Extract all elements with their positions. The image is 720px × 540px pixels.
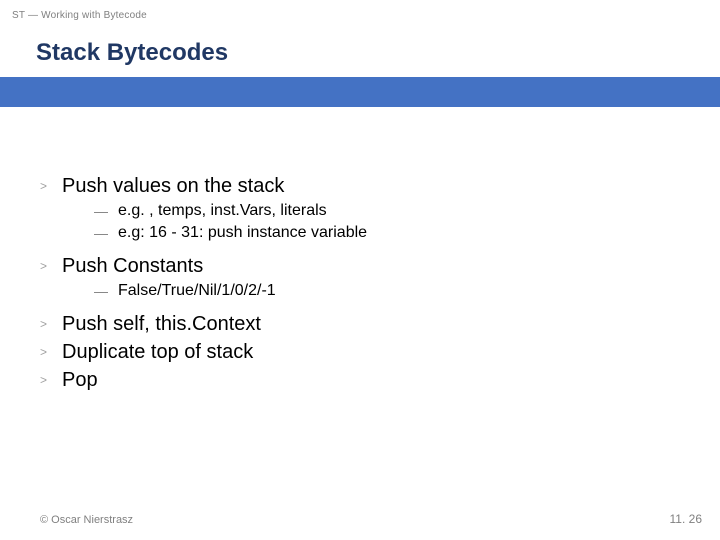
bullet-group: > Duplicate top of stack xyxy=(40,339,720,365)
sub-marker: — xyxy=(94,281,118,301)
content: > Push values on the stack — e.g. , temp… xyxy=(0,107,720,393)
bullet-item: > Duplicate top of stack xyxy=(40,339,720,365)
bullet-text: Push Constants xyxy=(62,253,203,279)
bullet-group: > Push self, this.Context xyxy=(40,311,720,337)
bullet-text: Push self, this.Context xyxy=(62,311,261,337)
bullet-marker: > xyxy=(40,311,62,337)
header: ST — Working with Bytecode Stack Bytecod… xyxy=(0,0,720,67)
bullet-item: > Push Constants xyxy=(40,253,720,279)
bullet-group: > Push Constants — False/True/Nil/1/0/2/… xyxy=(40,253,720,301)
bullet-marker: > xyxy=(40,339,62,365)
bullet-group: > Push values on the stack — e.g. , temp… xyxy=(40,173,720,243)
bullet-text: Push values on the stack xyxy=(62,173,284,199)
bullet-marker: > xyxy=(40,253,62,279)
accent-bar xyxy=(0,77,720,107)
bullet-item: > Pop xyxy=(40,367,720,393)
sub-item: — e.g. , temps, inst.Vars, literals xyxy=(94,201,720,221)
sub-marker: — xyxy=(94,201,118,221)
bullet-marker: > xyxy=(40,367,62,393)
sub-marker: — xyxy=(94,223,118,243)
sub-text: e.g: 16 - 31: push instance variable xyxy=(118,223,367,243)
bullet-item: > Push values on the stack xyxy=(40,173,720,199)
bullet-item: > Push self, this.Context xyxy=(40,311,720,337)
breadcrumb: ST — Working with Bytecode xyxy=(12,10,720,21)
bullet-marker: > xyxy=(40,173,62,199)
sub-item: — False/True/Nil/1/0/2/-1 xyxy=(94,281,720,301)
sub-text: e.g. , temps, inst.Vars, literals xyxy=(118,201,327,221)
sub-text: False/True/Nil/1/0/2/-1 xyxy=(118,281,276,301)
bullet-text: Duplicate top of stack xyxy=(62,339,253,365)
bullet-group: > Pop xyxy=(40,367,720,393)
slide: ST — Working with Bytecode Stack Bytecod… xyxy=(0,0,720,540)
sub-item: — e.g: 16 - 31: push instance variable xyxy=(94,223,720,243)
page-number: 11. 26 xyxy=(670,512,702,526)
bullet-text: Pop xyxy=(62,367,98,393)
slide-title: Stack Bytecodes xyxy=(36,39,720,67)
footer-copyright: © Oscar Nierstrasz xyxy=(40,514,133,526)
